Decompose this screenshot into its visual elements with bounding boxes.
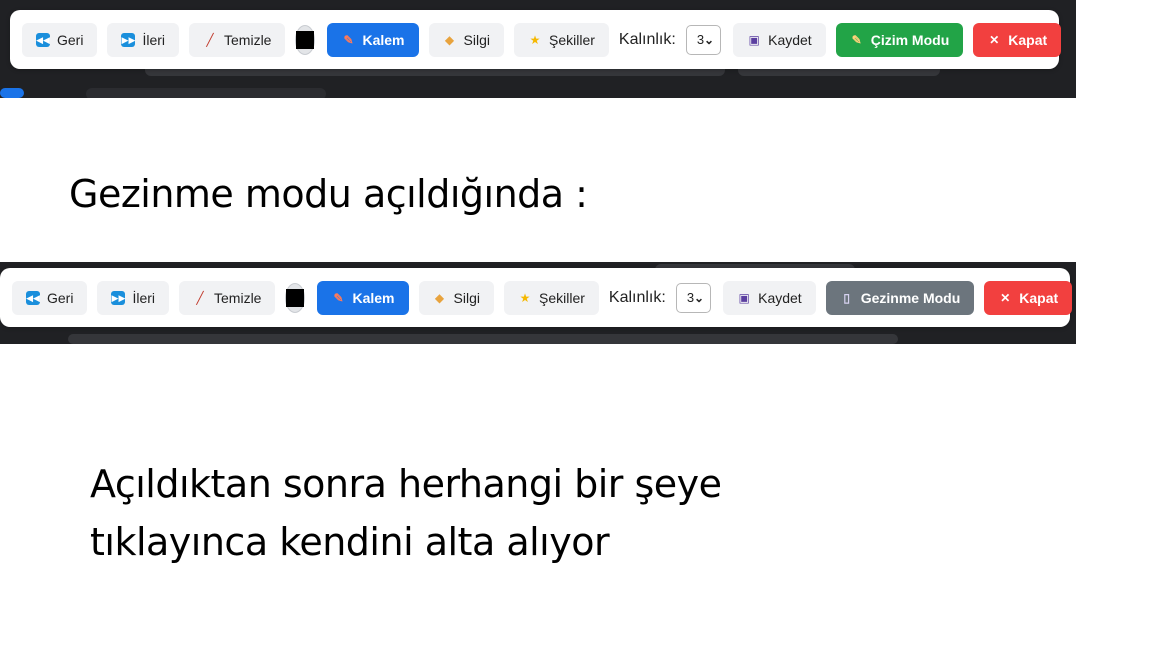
drawing-toolbar: ◀◀ Geri ▶▶ İleri ╱ Temizle ✎ Kalem ◆ Sil… bbox=[10, 10, 1062, 69]
close-icon: ✕ bbox=[989, 32, 1000, 47]
mouse-icon: ▯ bbox=[843, 290, 850, 305]
clear-label: Temizle bbox=[224, 31, 272, 48]
save-button[interactable]: ▣ Kaydet bbox=[723, 280, 816, 315]
star-icon: ★ bbox=[519, 290, 531, 305]
forward-label: İleri bbox=[132, 289, 156, 306]
back-label: Geri bbox=[47, 289, 74, 306]
floppy-disk-icon: ▣ bbox=[748, 32, 760, 47]
clear-button[interactable]: ╱ Temizle bbox=[189, 22, 286, 57]
thickness-value: 3 bbox=[686, 290, 695, 305]
close-icon: ✕ bbox=[1000, 290, 1011, 305]
thickness-select[interactable]: 3 ⌄ bbox=[685, 24, 722, 55]
back-button[interactable]: ◀◀ Geri bbox=[22, 22, 98, 57]
close-label: Kapat bbox=[1019, 289, 1059, 306]
color-picker[interactable] bbox=[295, 24, 316, 55]
caption-browse-mode: Gezinme modu açıldığında : bbox=[69, 172, 588, 216]
star-icon: ★ bbox=[529, 32, 541, 47]
thickness-select[interactable]: 3 ⌄ bbox=[675, 282, 712, 313]
broom-icon: ╱ bbox=[206, 32, 214, 47]
thickness-label: Kalınlık: bbox=[618, 30, 676, 48]
floppy-disk-icon: ▣ bbox=[738, 290, 750, 305]
close-button[interactable]: ✕ Kapat bbox=[984, 280, 1073, 315]
fast-forward-icon: ▶▶ bbox=[121, 32, 136, 47]
broom-icon: ╱ bbox=[196, 290, 204, 305]
clear-label: Temizle bbox=[214, 289, 262, 306]
shapes-label: Şekiller bbox=[548, 31, 595, 48]
chevron-down-icon: ⌄ bbox=[694, 290, 705, 305]
mode-label: Gezinme Modu bbox=[860, 289, 961, 306]
fast-forward-icon: ▶▶ bbox=[111, 290, 126, 305]
color-swatch bbox=[286, 288, 305, 307]
shapes-label: Şekiller bbox=[538, 289, 585, 306]
browse-mode-button[interactable]: ▯ Gezinme Modu bbox=[825, 280, 975, 315]
content-background bbox=[68, 334, 898, 344]
eraser-label: Silgi bbox=[463, 31, 490, 48]
pencil-icon: ✎ bbox=[343, 32, 354, 47]
caption-line-1: Açıldıktan sonra herhangi bir şeye bbox=[90, 462, 722, 506]
clear-button[interactable]: ╱ Temizle bbox=[179, 280, 276, 315]
eraser-button[interactable]: ◆ Silgi bbox=[428, 22, 504, 57]
forward-label: İleri bbox=[142, 31, 166, 48]
back-button[interactable]: ◀◀ Geri bbox=[12, 280, 88, 315]
chevron-down-icon: ⌄ bbox=[704, 32, 715, 47]
shapes-button[interactable]: ★ Şekiller bbox=[503, 280, 599, 315]
pencil-icon: ✎ bbox=[333, 290, 344, 305]
pen-label: Kalem bbox=[352, 289, 395, 306]
eraser-label: Silgi bbox=[453, 289, 480, 306]
pen-button[interactable]: ✎ Kalem bbox=[327, 22, 419, 57]
save-button[interactable]: ▣ Kaydet bbox=[733, 22, 826, 57]
shapes-button[interactable]: ★ Şekiller bbox=[513, 22, 609, 57]
pen-button[interactable]: ✎ Kalem bbox=[317, 280, 409, 315]
save-label: Kaydet bbox=[768, 31, 812, 48]
caption-line-2: tıklayınca kendini alta alıyor bbox=[90, 520, 610, 564]
eraser-button[interactable]: ◆ Silgi bbox=[418, 280, 494, 315]
sidebar-accent bbox=[0, 88, 24, 98]
mode-label: Çizim Modu bbox=[870, 31, 950, 48]
forward-button[interactable]: ▶▶ İleri bbox=[97, 280, 170, 315]
browse-toolbar: ◀◀ Geri ▶▶ İleri ╱ Temizle ✎ Kalem ◆ Sil… bbox=[0, 268, 1073, 327]
color-swatch bbox=[296, 30, 315, 49]
close-button[interactable]: ✕ Kapat bbox=[973, 22, 1062, 57]
pen-label: Kalem bbox=[362, 31, 405, 48]
forward-button[interactable]: ▶▶ İleri bbox=[107, 22, 180, 57]
pencil-icon: ✎ bbox=[851, 32, 862, 47]
rewind-icon: ◀◀ bbox=[36, 32, 50, 47]
eraser-icon: ◆ bbox=[434, 290, 445, 305]
tab-background bbox=[86, 88, 326, 98]
thickness-label: Kalınlık: bbox=[608, 288, 666, 306]
rewind-icon: ◀◀ bbox=[26, 290, 40, 305]
thickness-value: 3 bbox=[696, 32, 705, 47]
caption-behavior: Açıldıktan sonra herhangi bir şeye tıkla… bbox=[90, 455, 722, 571]
drawing-mode-button[interactable]: ✎ Çizim Modu bbox=[835, 22, 964, 57]
back-label: Geri bbox=[57, 31, 84, 48]
color-picker[interactable] bbox=[285, 282, 306, 313]
close-label: Kapat bbox=[1008, 31, 1048, 48]
save-label: Kaydet bbox=[758, 289, 802, 306]
eraser-icon: ◆ bbox=[444, 32, 455, 47]
